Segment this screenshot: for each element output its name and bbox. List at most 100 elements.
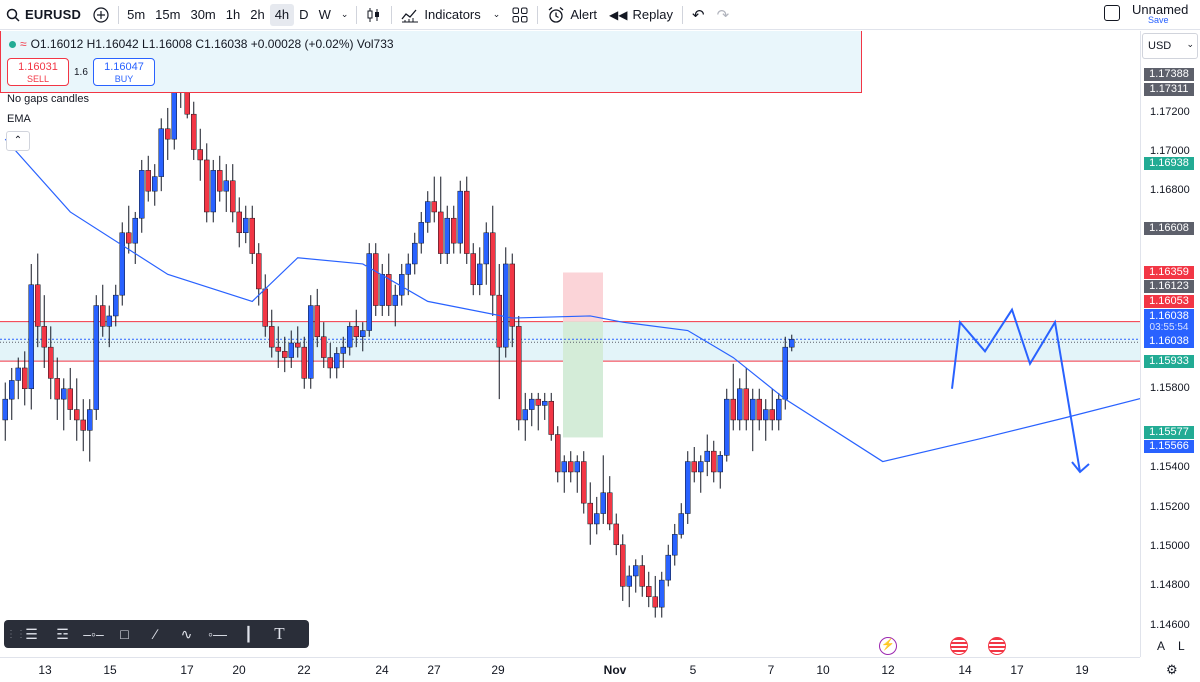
candle-body: [522, 409, 528, 421]
candle-body: [548, 400, 554, 435]
timeframe-30m[interactable]: 30m: [185, 0, 220, 30]
sell-button[interactable]: 1.16031 SELL: [7, 58, 69, 86]
candle-body: [165, 128, 171, 140]
candle-body: [574, 461, 580, 473]
candle-body: [743, 388, 749, 421]
candle-body: [756, 398, 762, 421]
candle-body: [503, 263, 509, 348]
price-chart[interactable]: [0, 31, 1140, 655]
candle-body: [171, 86, 177, 140]
fib-retracement-icon[interactable]: ☲: [47, 626, 78, 643]
rectangle-icon[interactable]: □: [109, 626, 140, 642]
candle-body: [126, 232, 132, 244]
chart-type-button[interactable]: [360, 0, 388, 30]
plus-circle-icon: [93, 6, 109, 23]
timeframe-1h[interactable]: 1h: [221, 0, 245, 30]
log-scale-button[interactable]: L: [1178, 639, 1185, 653]
candle-body: [360, 330, 366, 338]
alert-button[interactable]: Alert: [541, 0, 603, 30]
text-icon[interactable]: T: [264, 624, 295, 644]
indicator-no-gaps-candles[interactable]: No gaps candles: [7, 93, 89, 105]
candle-body: [496, 294, 502, 348]
trend-line-icon[interactable]: ∕: [140, 626, 171, 642]
undo-button[interactable]: ↶: [686, 0, 711, 30]
chevron-down-icon: ⌄: [340, 9, 349, 19]
timeframe-w[interactable]: W: [314, 0, 336, 30]
indicators-dropdown[interactable]: ⌄: [487, 0, 507, 30]
candle-body: [555, 434, 561, 473]
indicators-label: Indicators: [424, 7, 481, 22]
ohlc-values: O1.16012 H1.16042 L1.16008 C1.16038 +0.0…: [30, 37, 394, 51]
sell-box: 1.16031 SELL: [7, 58, 69, 86]
candle-body: [412, 242, 418, 265]
us-flag-event-icon[interactable]: [988, 637, 1006, 655]
candle-body: [431, 201, 437, 213]
timeframe-15m[interactable]: 15m: [150, 0, 185, 30]
compare-button[interactable]: [87, 0, 115, 30]
vertical-line-icon[interactable]: ┃: [233, 626, 264, 643]
drag-handle-icon[interactable]: ⋮⋮: [6, 629, 26, 640]
candle-body: [2, 398, 8, 421]
price-tick: 1.15200: [1150, 501, 1190, 513]
horizontal-ray-icon[interactable]: –◦–: [78, 626, 109, 642]
timeframe-2h[interactable]: 2h: [245, 0, 269, 30]
candle-body: [74, 409, 80, 421]
auto-scale-button[interactable]: A: [1157, 639, 1165, 653]
candle-body: [288, 342, 294, 358]
legend-panel: ≈ O1.16012 H1.16042 L1.16008 C1.16038 +0…: [0, 31, 862, 93]
candle-body: [490, 232, 496, 296]
settings-gear-icon[interactable]: ⚙: [1166, 662, 1178, 678]
alarm-clock-icon: [548, 6, 564, 23]
candle-body: [249, 217, 255, 254]
layout-save-control[interactable]: Unnamed Save: [1100, 0, 1200, 30]
candle-body: [314, 305, 320, 338]
candle-body: [353, 326, 359, 338]
symbol-search-button[interactable]: EURUSD: [0, 0, 87, 30]
candle-body: [789, 339, 795, 348]
search-icon: [6, 8, 20, 22]
path-icon[interactable]: ∿: [171, 626, 202, 643]
timeframe-4h[interactable]: 4h: [269, 3, 295, 26]
replay-button[interactable]: ◀◀ Replay: [603, 0, 679, 30]
undo-icon: ↶: [691, 6, 705, 24]
layouts-button[interactable]: [506, 0, 534, 30]
time-tick: 27: [427, 663, 441, 677]
redo-button[interactable]: ↷: [711, 0, 736, 30]
candle-body: [93, 305, 99, 410]
candle-body: [691, 461, 697, 473]
fib-settings-icon[interactable]: ☰: [16, 626, 47, 643]
timeframe-dropdown[interactable]: ⌄: [336, 0, 354, 30]
chevron-down-icon: ⌄: [1186, 39, 1194, 49]
horizontal-line-icon[interactable]: ◦—: [202, 626, 233, 642]
time-tick: 24: [375, 663, 389, 677]
buy-button[interactable]: 1.16047 BUY: [93, 58, 155, 86]
indicators-icon: [401, 9, 419, 22]
candle-body: [620, 544, 626, 587]
lightning-event-icon[interactable]: ⚡: [879, 637, 897, 655]
candle-body: [100, 305, 106, 327]
time-tick: 14: [958, 663, 972, 677]
candle-body: [711, 450, 717, 473]
chevron-down-icon: ⌄: [492, 9, 501, 19]
candle-body: [587, 502, 593, 525]
us-flag-event-icon[interactable]: [950, 637, 968, 655]
time-tick: 13: [38, 663, 52, 677]
candle-body: [509, 263, 515, 327]
candle-body: [282, 351, 288, 358]
candle-body: [724, 398, 730, 456]
candle-body: [678, 513, 684, 535]
candle-body: [80, 419, 86, 431]
collapse-legend-button[interactable]: ⌃: [6, 131, 30, 151]
candle-body: [158, 128, 164, 177]
timeframe-5m[interactable]: 5m: [122, 0, 150, 30]
indicator-ema[interactable]: EMA: [7, 113, 31, 125]
price-tick: 1.16800: [1150, 184, 1190, 196]
timeframe-d[interactable]: D: [294, 0, 313, 30]
time-tick: 19: [1075, 663, 1089, 677]
candle-body: [262, 288, 268, 327]
candle-body: [639, 565, 645, 587]
candle-body: [67, 388, 73, 410]
buy-label: BUY: [114, 74, 134, 84]
indicators-button[interactable]: Indicators: [395, 0, 486, 30]
currency-select[interactable]: USD ⌄: [1142, 33, 1198, 59]
